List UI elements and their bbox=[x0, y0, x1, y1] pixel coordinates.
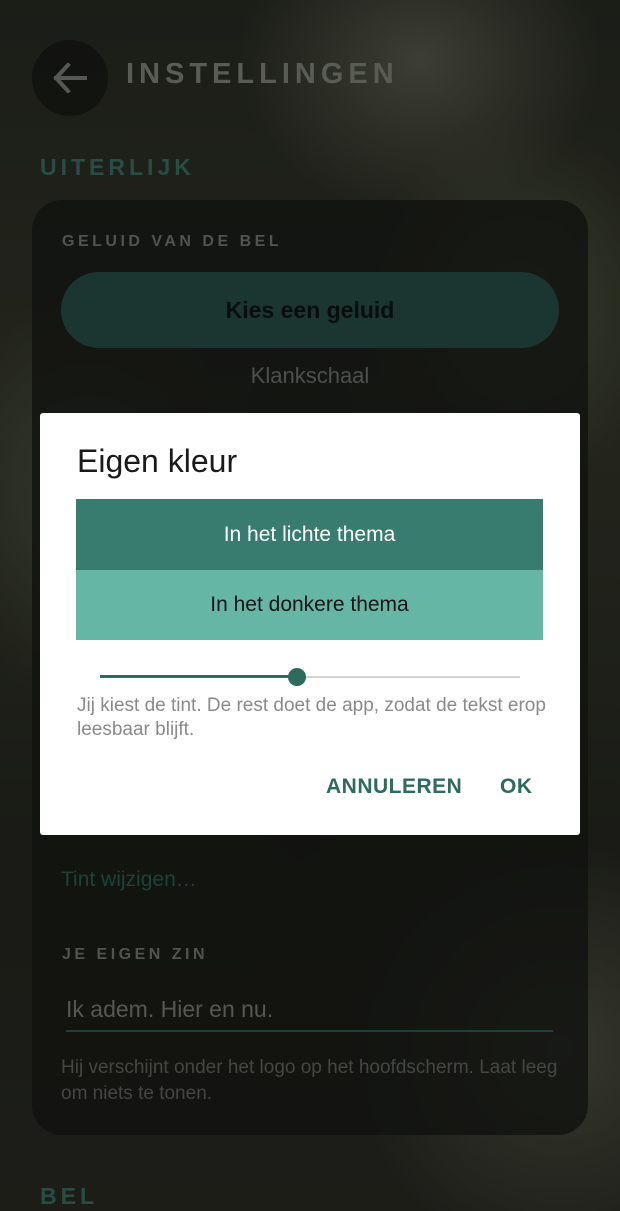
ok-button[interactable]: OK bbox=[500, 775, 533, 799]
dark-theme-preview: In het donkere thema bbox=[76, 570, 543, 640]
dialog-help-text: Jij kiest de tint. De rest doet de app, … bbox=[77, 695, 546, 740]
tint-slider[interactable] bbox=[100, 667, 520, 687]
cancel-button[interactable]: ANNULEREN bbox=[326, 775, 462, 799]
slider-fill bbox=[100, 675, 298, 678]
dialog-title: Eigen kleur bbox=[77, 443, 238, 479]
slider-thumb[interactable] bbox=[288, 668, 307, 686]
light-theme-preview: In het lichte thema bbox=[76, 499, 543, 570]
custom-color-dialog: Eigen kleur In het lichte thema In het d… bbox=[40, 413, 580, 835]
